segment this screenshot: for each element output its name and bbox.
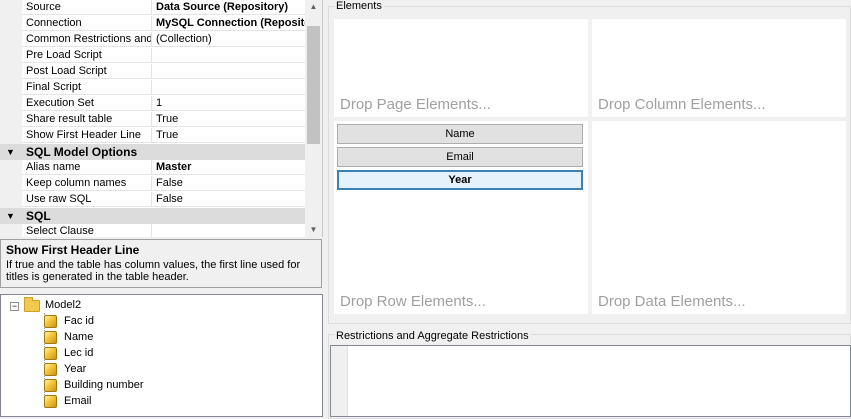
category-sql[interactable]: ▼ SQL bbox=[0, 208, 305, 224]
property-row-pre-load-script[interactable]: Pre Load Script bbox=[0, 48, 305, 64]
row-element-name[interactable]: Name bbox=[337, 124, 583, 144]
collapse-triangle-icon[interactable]: ▼ bbox=[6, 144, 15, 160]
property-value[interactable] bbox=[152, 48, 305, 63]
property-name: Connection bbox=[22, 16, 152, 31]
tree-node-field[interactable]: Building number bbox=[64, 377, 144, 393]
collapse-minus-icon[interactable]: − bbox=[10, 302, 19, 311]
restrictions-editor[interactable] bbox=[330, 345, 851, 417]
property-description-panel: Show First Header Line If true and the t… bbox=[0, 239, 322, 288]
property-value[interactable]: Master bbox=[152, 160, 305, 175]
property-name: Post Load Script bbox=[22, 64, 152, 79]
property-name: Use raw SQL bbox=[22, 192, 152, 207]
row-gutter bbox=[0, 112, 22, 128]
property-row-source[interactable]: Source Data Source (Repository) bbox=[0, 0, 305, 16]
property-name: Select Clause bbox=[22, 224, 152, 237]
property-name: Common Restrictions and Values bbox=[22, 32, 152, 47]
drop-column-elements-zone[interactable]: Drop Column Elements... bbox=[592, 19, 846, 117]
property-name: Final Script bbox=[22, 80, 152, 95]
field-cube-icon bbox=[44, 315, 57, 328]
tree-node-field[interactable]: Year bbox=[64, 361, 86, 377]
property-name: Execution Set bbox=[22, 96, 152, 111]
field-cube-icon bbox=[44, 395, 57, 408]
category-sql-model-options[interactable]: ▼ SQL Model Options bbox=[0, 144, 305, 160]
editor-gutter bbox=[331, 346, 348, 416]
collapse-triangle-icon[interactable]: ▼ bbox=[6, 208, 15, 224]
row-gutter bbox=[0, 16, 22, 32]
row-gutter bbox=[0, 192, 22, 208]
property-grid[interactable]: Source Data Source (Repository) Connecti… bbox=[0, 0, 323, 237]
drop-hint: Drop Column Elements... bbox=[598, 96, 766, 113]
property-row-connection[interactable]: Connection MySQL Connection (Repository) bbox=[0, 16, 305, 32]
property-row-common-restrictions[interactable]: Common Restrictions and Values (Collecti… bbox=[0, 32, 305, 48]
category-label: SQL bbox=[26, 209, 51, 223]
property-row-post-load-script[interactable]: Post Load Script bbox=[0, 64, 305, 80]
row-element-year-selected[interactable]: Year bbox=[337, 170, 583, 190]
vertical-scrollbar[interactable]: ▲ ▼ bbox=[305, 0, 322, 237]
field-cube-icon bbox=[44, 363, 57, 376]
property-value[interactable]: True bbox=[152, 128, 305, 143]
drop-data-elements-zone[interactable]: Drop Data Elements... bbox=[592, 121, 846, 314]
property-value[interactable] bbox=[152, 64, 305, 79]
property-name: Pre Load Script bbox=[22, 48, 152, 63]
property-value[interactable]: False bbox=[152, 192, 305, 207]
scroll-up-arrow-icon[interactable]: ▲ bbox=[305, 0, 322, 14]
restrictions-group-title: Restrictions and Aggregate Restrictions bbox=[334, 330, 531, 342]
property-name: Alias name bbox=[22, 160, 152, 175]
row-gutter bbox=[0, 96, 22, 112]
drop-page-elements-zone[interactable]: Drop Page Elements... bbox=[334, 19, 588, 117]
row-gutter bbox=[0, 64, 22, 80]
tree-node-field[interactable]: Name bbox=[64, 329, 93, 345]
drop-hint: Drop Data Elements... bbox=[598, 293, 746, 310]
property-value[interactable]: (Collection) bbox=[152, 32, 305, 47]
property-row-alias-name[interactable]: Alias name Master bbox=[0, 160, 305, 176]
row-gutter bbox=[0, 160, 22, 176]
property-value[interactable]: MySQL Connection (Repository) bbox=[152, 16, 305, 31]
property-value[interactable] bbox=[152, 224, 305, 237]
property-value[interactable] bbox=[152, 80, 305, 95]
field-cube-icon bbox=[44, 347, 57, 360]
property-name: Show First Header Line bbox=[22, 128, 152, 143]
description-text: If true and the table has column values,… bbox=[6, 259, 301, 283]
row-element-email[interactable]: Email bbox=[337, 147, 583, 167]
drop-hint: Drop Page Elements... bbox=[340, 96, 491, 113]
row-gutter bbox=[0, 176, 22, 192]
property-row-final-script[interactable]: Final Script bbox=[0, 80, 305, 96]
property-row-show-first-header-line[interactable]: Show First Header Line True bbox=[0, 128, 305, 144]
property-row-keep-column-names[interactable]: Keep column names False bbox=[0, 176, 305, 192]
property-row-share-result-table[interactable]: Share result table True bbox=[0, 112, 305, 128]
tree-node-field[interactable]: Lec id bbox=[64, 345, 93, 361]
field-cube-icon bbox=[44, 331, 57, 344]
property-row-use-raw-sql[interactable]: Use raw SQL False bbox=[0, 192, 305, 208]
folder-icon bbox=[24, 297, 40, 312]
description-title: Show First Header Line bbox=[6, 243, 140, 257]
elements-group-title: Elements bbox=[334, 0, 384, 12]
property-value[interactable]: Data Source (Repository) bbox=[152, 0, 305, 15]
row-gutter bbox=[0, 48, 22, 64]
tree-node-field[interactable]: Fac id bbox=[64, 313, 94, 329]
property-row-execution-set[interactable]: Execution Set 1 bbox=[0, 96, 305, 112]
property-value[interactable]: True bbox=[152, 112, 305, 127]
category-label: SQL Model Options bbox=[26, 145, 138, 159]
property-name: Share result table bbox=[22, 112, 152, 127]
row-gutter bbox=[0, 224, 22, 237]
property-value[interactable]: False bbox=[152, 176, 305, 191]
property-value[interactable]: 1 bbox=[152, 96, 305, 111]
scroll-down-arrow-icon[interactable]: ▼ bbox=[305, 223, 322, 237]
drop-hint: Drop Row Elements... bbox=[340, 293, 486, 310]
property-row-select-clause[interactable]: Select Clause bbox=[0, 224, 305, 237]
row-gutter bbox=[0, 32, 22, 48]
row-gutter bbox=[0, 80, 22, 96]
row-gutter bbox=[0, 128, 22, 144]
field-cube-icon bbox=[44, 379, 57, 392]
scrollbar-thumb[interactable] bbox=[307, 26, 320, 144]
property-name: Keep column names bbox=[22, 176, 152, 191]
tree-node-root[interactable]: Model2 bbox=[45, 297, 81, 313]
tree-node-field[interactable]: Email bbox=[64, 393, 92, 409]
property-name: Source bbox=[22, 0, 152, 15]
row-gutter bbox=[0, 0, 22, 16]
